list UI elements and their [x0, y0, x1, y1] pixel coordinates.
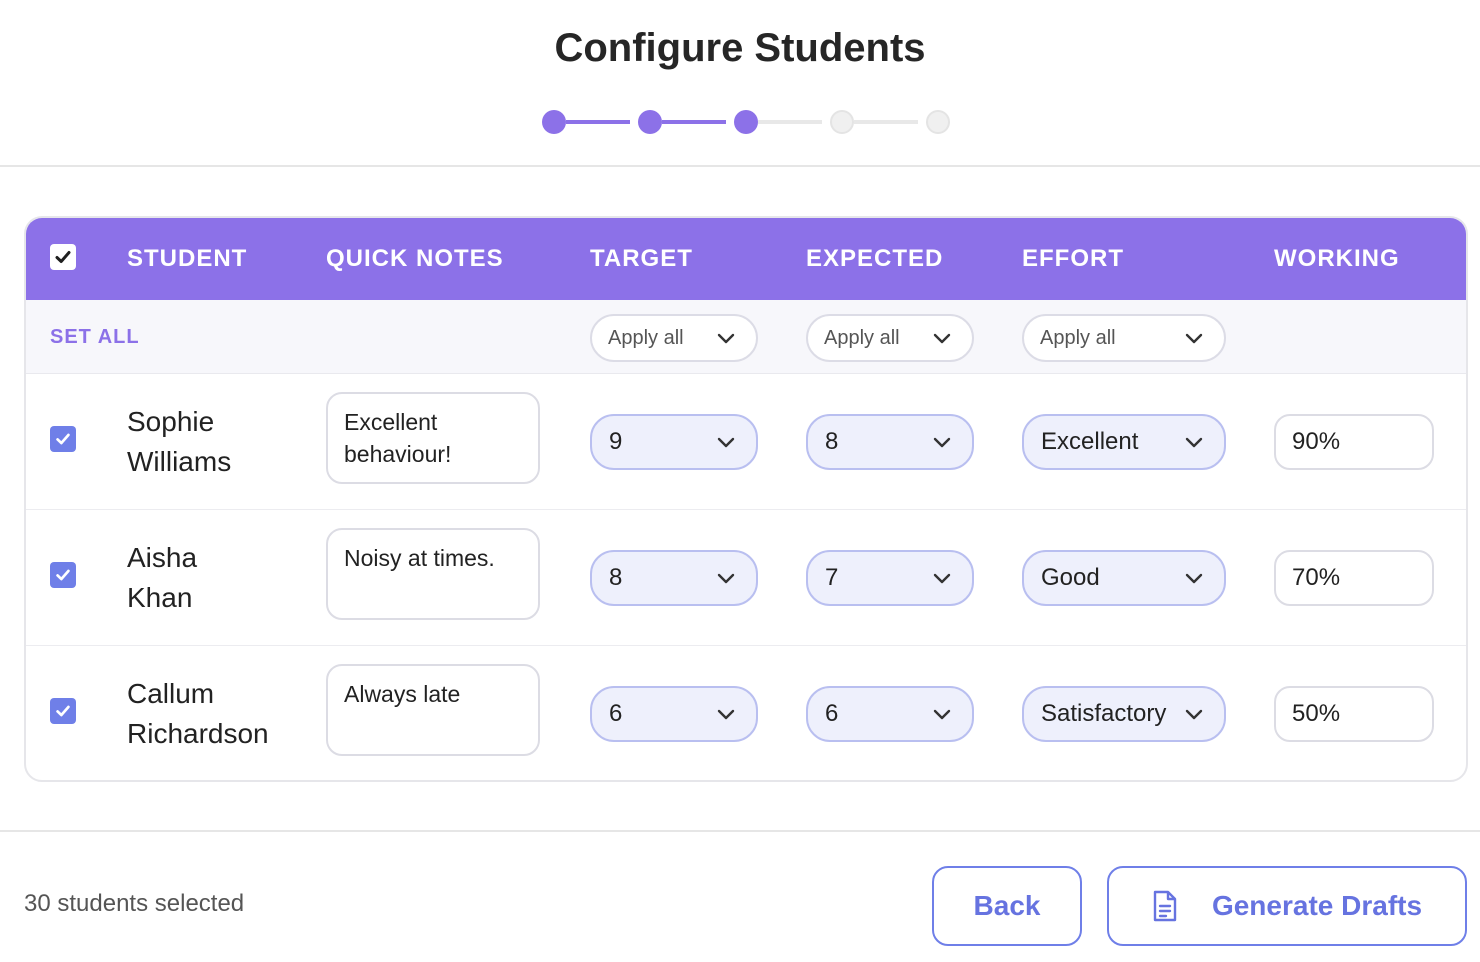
chevron-down-icon: [933, 333, 951, 344]
quick-notes-field[interactable]: Excellent behaviour!: [326, 392, 540, 484]
quick-notes-field[interactable]: Noisy at times.: [326, 528, 540, 620]
effort-select[interactable]: Satisfactory: [1022, 686, 1226, 742]
generate-drafts-button[interactable]: Generate Drafts: [1107, 866, 1467, 946]
apply-all-effort-select[interactable]: Apply all: [1022, 314, 1226, 362]
select-all-checkbox[interactable]: [50, 244, 76, 270]
working-input[interactable]: 90%: [1274, 414, 1434, 470]
apply-all-expected-select[interactable]: Apply all: [806, 314, 974, 362]
row-checkbox[interactable]: [50, 562, 76, 588]
step-1-dot: [542, 110, 566, 134]
expected-value: 7: [825, 564, 839, 591]
step-5-dot: [926, 110, 950, 134]
step-connector: [758, 120, 822, 124]
student-last-name: Khan: [127, 582, 193, 613]
student-first-name: Callum: [127, 678, 215, 709]
step-connector: [566, 120, 630, 124]
effort-value: Satisfactory: [1041, 700, 1167, 727]
step-connector: [662, 120, 726, 124]
step-connector: [854, 120, 918, 124]
document-icon: [1153, 890, 1177, 922]
effort-value: Good: [1041, 564, 1100, 591]
apply-all-target-select[interactable]: Apply all: [590, 314, 758, 362]
chevron-down-icon: [1185, 573, 1203, 584]
student-name: Aisha Khan: [127, 538, 307, 618]
effort-value: Excellent: [1041, 428, 1139, 455]
effort-select[interactable]: Excellent: [1022, 414, 1226, 470]
quick-notes-field[interactable]: Always late: [326, 664, 540, 756]
page-footer: 30 students selected Back Generate Draft…: [0, 830, 1480, 962]
working-input[interactable]: 70%: [1274, 550, 1434, 606]
chevron-down-icon: [717, 709, 735, 720]
column-header-quick-notes: QUICK NOTES: [326, 245, 504, 272]
progress-stepper: [540, 108, 954, 136]
generate-drafts-label: Generate Drafts: [1211, 890, 1423, 921]
students-table: STUDENT QUICK NOTES TARGET EXPECTED EFFO…: [24, 216, 1468, 782]
page-title: Configure Students: [554, 26, 926, 70]
target-value: 9: [609, 428, 623, 455]
chevron-down-icon: [1185, 709, 1203, 720]
step-4-dot: [830, 110, 854, 134]
student-name: Callum Richardson: [127, 674, 307, 754]
column-header-effort: EFFORT: [1022, 245, 1124, 272]
expected-select[interactable]: 8: [806, 414, 974, 470]
selected-count: 30 students selected: [24, 890, 245, 917]
table-row: Sophie Williams Excellent behaviour! 9 8…: [26, 374, 1466, 510]
effort-select[interactable]: Good: [1022, 550, 1226, 606]
step-3-dot: [734, 110, 758, 134]
column-header-student: STUDENT: [127, 245, 248, 272]
column-header-expected: EXPECTED: [806, 245, 944, 272]
column-header-working: WORKING: [1274, 245, 1400, 272]
target-select[interactable]: 6: [590, 686, 758, 742]
student-first-name: Aisha: [127, 542, 198, 573]
chevron-down-icon: [1185, 437, 1203, 448]
table-row: Aisha Khan Noisy at times. 8 7 Good 70%: [26, 510, 1466, 646]
target-select[interactable]: 8: [590, 550, 758, 606]
step-2-dot: [638, 110, 662, 134]
chevron-down-icon: [1185, 333, 1203, 344]
apply-all-target-value: Apply all: [608, 327, 684, 349]
apply-all-effort-value: Apply all: [1040, 327, 1116, 349]
target-value: 8: [609, 564, 623, 591]
table-row: Callum Richardson Always late 6 6 Satisf…: [26, 646, 1466, 780]
checkmark-icon: [55, 251, 71, 263]
row-checkbox[interactable]: [50, 426, 76, 452]
apply-all-expected-value: Apply all: [824, 327, 900, 349]
chevron-down-icon: [933, 437, 951, 448]
chevron-down-icon: [933, 709, 951, 720]
back-button-label: Back: [973, 890, 1041, 921]
student-last-name: Richardson: [127, 718, 269, 749]
chevron-down-icon: [933, 573, 951, 584]
checkmark-icon: [56, 433, 70, 445]
page-header: Configure Students: [0, 0, 1480, 167]
student-first-name: Sophie: [127, 406, 215, 437]
chevron-down-icon: [717, 333, 735, 344]
back-button[interactable]: Back: [932, 866, 1082, 946]
expected-select[interactable]: 6: [806, 686, 974, 742]
chevron-down-icon: [717, 573, 735, 584]
expected-value: 6: [825, 700, 839, 727]
checkmark-icon: [56, 569, 70, 581]
expected-select[interactable]: 7: [806, 550, 974, 606]
table-header: STUDENT QUICK NOTES TARGET EXPECTED EFFO…: [26, 218, 1466, 300]
chevron-down-icon: [717, 437, 735, 448]
student-name: Sophie Williams: [127, 402, 307, 482]
column-header-target: TARGET: [590, 245, 693, 272]
set-all-label: SET ALL: [50, 326, 140, 348]
target-value: 6: [609, 700, 623, 727]
student-last-name: Williams: [127, 446, 232, 477]
row-checkbox[interactable]: [50, 698, 76, 724]
working-input[interactable]: 50%: [1274, 686, 1434, 742]
checkmark-icon: [56, 705, 70, 717]
target-select[interactable]: 9: [590, 414, 758, 470]
set-all-row: SET ALL Apply all Apply all Apply all: [26, 300, 1466, 374]
expected-value: 8: [825, 428, 839, 455]
